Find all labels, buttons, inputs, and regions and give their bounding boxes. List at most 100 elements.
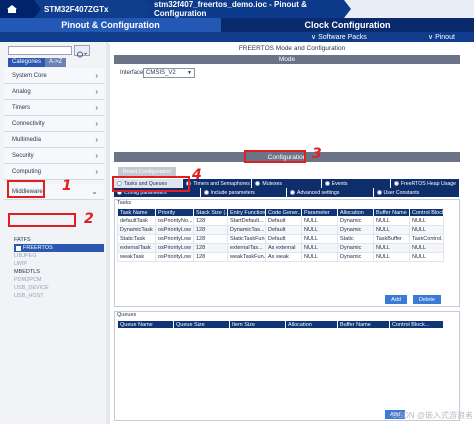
category-timers[interactable]: Timers ›: [4, 100, 104, 116]
table-cell: osPriorityLow: [155, 252, 194, 262]
column-header[interactable]: Task Name: [117, 208, 156, 217]
chevron-right-icon: ›: [95, 135, 98, 144]
radio-icon: [203, 190, 209, 195]
list-item-usb-host[interactable]: USB_HOST: [14, 292, 104, 300]
table-cell: DynamicTask: [117, 225, 156, 235]
table-cell: StaticTaskFun...: [227, 234, 266, 244]
interface-select[interactable]: CMSIS_V2 ▼: [143, 68, 195, 78]
right-panel: FREERTOS Mode and Configuration Mode Int…: [110, 42, 474, 424]
category-security[interactable]: Security ›: [4, 148, 104, 164]
breadcrumb: STM32F407ZGTx stm32f407_freertos_demo.io…: [0, 0, 474, 18]
breadcrumb-project-label: stm32f407_freertos_demo.ioc - Pinout & C…: [154, 0, 307, 18]
category-analog[interactable]: Analog ›: [4, 84, 104, 100]
category-system-core[interactable]: System Core ›: [4, 68, 104, 84]
chevron-right-icon: ›: [95, 103, 98, 112]
gear-icon[interactable]: [74, 45, 90, 58]
category-label: Analog: [12, 88, 31, 95]
category-connectivity[interactable]: Connectivity ›: [4, 116, 104, 132]
table-cell: StartDefault...: [227, 216, 266, 226]
table-cell: NULL: [409, 243, 444, 253]
list-item-usb-device[interactable]: USB_DEVICE: [14, 284, 104, 292]
tab-include-parameters[interactable]: Include parameters: [200, 188, 287, 197]
annotation-box-tasks-queues: [112, 176, 190, 192]
breadcrumb-project[interactable]: stm32f407_freertos_demo.ioc - Pinout & C…: [144, 0, 351, 18]
column-header[interactable]: Queue Size: [173, 320, 230, 329]
tab-user-constants[interactable]: User Constants: [373, 188, 460, 197]
tab-freertos-heap-usage[interactable]: FreeRTOS Heap Usage: [390, 179, 461, 188]
column-header[interactable]: Queue Name: [117, 320, 174, 329]
category-label: Multimedia: [12, 136, 42, 143]
table-row[interactable]: DynamicTask osPriorityLow 128 DynamicTas...…: [117, 225, 444, 235]
column-header[interactable]: Code Gener...: [265, 208, 302, 217]
table-cell: weakTaskFun...: [227, 252, 266, 262]
tab-advanced-settings[interactable]: Advanced settings: [287, 188, 374, 197]
breadcrumb-mcu[interactable]: STM32F407ZGTx: [34, 0, 151, 18]
table-cell: NULL: [373, 216, 410, 226]
reset-configuration-button[interactable]: Reset Configuration: [118, 167, 176, 176]
table-cell: NULL: [301, 225, 338, 235]
list-item-libjpeg[interactable]: LIBJPEG: [14, 252, 104, 260]
column-header[interactable]: Allocation: [337, 208, 374, 217]
queues-section: Queues Queue Name Queue Size Item Size A…: [114, 311, 460, 421]
table-row[interactable]: weakTask osPriorityLow 128 weakTaskFun... As…: [117, 252, 444, 262]
pinout-menu[interactable]: ∨ Pinout: [428, 32, 455, 42]
delete-task-button[interactable]: Delete: [413, 295, 441, 304]
middleware-list: FATFS FREERTOS LIBJPEG LWIP MBEDTLS PDM2…: [14, 236, 104, 300]
chevron-right-icon: ›: [95, 71, 98, 80]
column-header[interactable]: Stack Size (...: [193, 208, 228, 217]
table-cell: TaskBuffer: [373, 234, 410, 244]
chevron-right-icon: ›: [95, 119, 98, 128]
panel-title: FREERTOS Mode and Configuration: [238, 45, 346, 52]
annotation-box-middleware: [7, 180, 45, 198]
chevron-down-icon: ⌄: [91, 187, 98, 196]
tab-events[interactable]: Events: [321, 179, 391, 188]
column-header[interactable]: Control Block...: [409, 208, 444, 217]
sub-toolbar: ∨ Software Packs ∨ Pinout: [0, 32, 474, 42]
tasks-body: defaultTask osPriorityNo... 128 StartDefaul…: [117, 216, 444, 262]
tasks-section: Tasks Task Name Priority Stack Size (...…: [114, 199, 460, 307]
table-cell: 128: [193, 234, 228, 244]
column-header[interactable]: Control Block...: [389, 320, 444, 329]
table-cell: NULL: [301, 252, 338, 262]
column-header[interactable]: Buffer Name: [337, 320, 390, 329]
tab-mutexes[interactable]: Mutexes: [252, 179, 322, 188]
chevron-down-icon: ▼: [187, 70, 192, 76]
table-cell: Default: [265, 225, 302, 235]
table-cell: DynamicTas...: [227, 225, 266, 235]
tab-pinout-configuration[interactable]: Pinout & Configuration: [0, 18, 221, 32]
column-header[interactable]: Item Size: [229, 320, 286, 329]
app-window: STM32F407ZGTx stm32f407_freertos_demo.io…: [0, 0, 474, 424]
left-panel: Categories A->Z System Core › Analog › Tim…: [0, 42, 108, 424]
tab-label: Events: [331, 180, 348, 187]
tasks-header-row: Task Name Priority Stack Size (... Entry…: [117, 208, 444, 217]
column-header[interactable]: Entry Function: [227, 208, 266, 217]
table-row[interactable]: externalTask osPriorityLow 128 externalTas.…: [117, 243, 444, 253]
category-computing[interactable]: Computing ›: [4, 164, 104, 180]
table-cell: Dynamic: [337, 225, 374, 235]
tab-label: FreeRTOS Heap Usage: [400, 180, 456, 187]
column-header[interactable]: Buffer Name: [373, 208, 410, 217]
radio-icon: [255, 181, 261, 186]
add-task-button[interactable]: Add: [385, 295, 407, 304]
queues-label: Queues: [117, 312, 137, 318]
list-item-fatfs[interactable]: FATFS: [14, 236, 104, 244]
software-packs-menu[interactable]: ∨ Software Packs: [311, 32, 367, 42]
home-crumb[interactable]: [0, 0, 41, 18]
list-item-freertos[interactable]: FREERTOS: [14, 244, 104, 252]
watermark: CSDN @嵌入式游浪者: [392, 411, 474, 420]
mode-header: Mode: [114, 55, 460, 64]
tab-clock-configuration[interactable]: Clock Configuration: [221, 18, 474, 32]
column-header[interactable]: Priority: [155, 208, 194, 217]
category-multimedia[interactable]: Multimedia ›: [4, 132, 104, 148]
table-row[interactable]: defaultTask osPriorityNo... 128 StartDefaul…: [117, 216, 444, 226]
list-item-lwip[interactable]: LWIP: [14, 260, 104, 268]
column-header[interactable]: Parameter: [301, 208, 338, 217]
tab-categories[interactable]: Categories: [8, 58, 46, 67]
table-row[interactable]: StaticTask osPriorityLow 128 StaticTaskFun.…: [117, 234, 444, 244]
tab-a-to-z[interactable]: A->Z: [45, 58, 67, 67]
list-item-pdm2pcm[interactable]: PDM2PCM: [14, 276, 104, 284]
list-item-mbedtls[interactable]: MBEDTLS: [14, 268, 104, 276]
search-input[interactable]: [8, 46, 72, 55]
annotation-number-4: 4: [192, 167, 202, 183]
column-header[interactable]: Allocation: [285, 320, 338, 329]
